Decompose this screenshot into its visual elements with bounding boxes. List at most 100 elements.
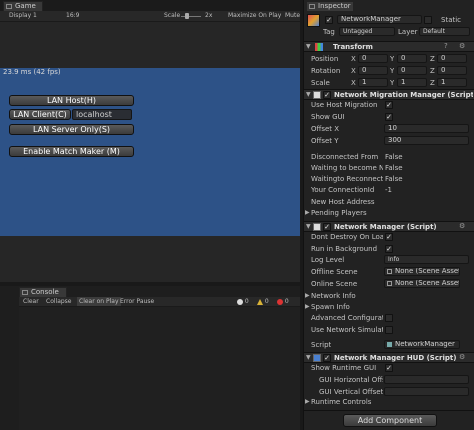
- use-host-migration-checkbox[interactable]: ✓: [385, 101, 393, 109]
- divider: [304, 410, 474, 411]
- lan-client-button[interactable]: LAN Client(C): [9, 109, 71, 120]
- disconnected-value: False: [385, 153, 403, 161]
- console-error-filter[interactable]: 0: [277, 297, 289, 306]
- connection-id-label: Your ConnectionId: [311, 186, 375, 194]
- run-background-label: Run in Background: [311, 245, 378, 253]
- position-y-field[interactable]: 0: [397, 54, 427, 63]
- offset-x-label: Offset X: [311, 125, 340, 133]
- runtime-controls-arrow-icon[interactable]: ▶: [305, 398, 310, 405]
- spawn-info-foldout[interactable]: Spawn Info: [311, 303, 350, 311]
- lan-server-button[interactable]: LAN Server Only(S): [9, 124, 134, 135]
- scale-z-field[interactable]: 1: [437, 78, 467, 87]
- position-x-field[interactable]: 0: [358, 54, 388, 63]
- rotation-y-label: Y: [390, 67, 395, 75]
- advanced-config-checkbox[interactable]: [385, 314, 393, 322]
- console-warning-filter[interactable]: 0: [257, 297, 269, 306]
- scale-slider[interactable]: [181, 16, 201, 17]
- console-log-area[interactable]: [19, 307, 300, 430]
- console-error-pause-button[interactable]: Error Pause: [120, 297, 154, 306]
- show-gui-checkbox[interactable]: ✓: [385, 113, 393, 121]
- scale-x-field[interactable]: 1: [358, 78, 388, 87]
- scale-value: 2x: [205, 12, 213, 19]
- show-runtime-gui-checkbox[interactable]: ✓: [385, 364, 393, 372]
- active-checkbox[interactable]: ✓: [325, 16, 333, 24]
- warning-icon: [257, 298, 263, 305]
- console-toolbar: Clear Collapse Clear on Play Error Pause…: [19, 297, 300, 307]
- tab-inspector-label: Inspector: [318, 2, 351, 10]
- lan-host-button[interactable]: LAN Host(H): [9, 95, 134, 106]
- migration-manager-header[interactable]: ▼ ✓ Network Migration Manager (Script): [304, 89, 474, 100]
- offset-x-field[interactable]: 10: [384, 124, 469, 133]
- scale-y-label: Y: [390, 79, 395, 87]
- console-clear-button[interactable]: Clear: [23, 297, 39, 306]
- pending-players-foldout[interactable]: Pending Players: [311, 209, 367, 217]
- tab-game[interactable]: Game: [3, 1, 43, 11]
- network-manager-title: Network Manager (Script): [334, 223, 437, 231]
- add-component-button[interactable]: Add Component: [343, 414, 437, 427]
- pending-players-arrow-icon[interactable]: ▶: [305, 209, 310, 216]
- script-field[interactable]: NetworkManager: [384, 340, 460, 349]
- fold-arrow-icon: ▼: [306, 91, 311, 98]
- settings-gear-icon[interactable]: ⚙: [459, 222, 465, 230]
- online-scene-field[interactable]: None (Scene Asset): [384, 279, 460, 288]
- help-icon[interactable]: ?: [444, 42, 448, 50]
- network-manager-header[interactable]: ▼ ✓ Network Manager (Script) ⚙: [304, 221, 474, 232]
- settings-gear-icon[interactable]: ⚙: [459, 42, 465, 50]
- tag-dropdown[interactable]: Untagged: [339, 27, 395, 36]
- scale-label: Scale: [164, 12, 181, 19]
- position-z-field[interactable]: 0: [437, 54, 467, 63]
- enable-match-maker-button[interactable]: Enable Match Maker (M): [9, 146, 134, 157]
- static-checkbox[interactable]: [424, 16, 432, 24]
- gui-horizontal-offset-field[interactable]: 0: [384, 375, 469, 384]
- rotation-z-field[interactable]: 0: [437, 66, 467, 75]
- aspect-select[interactable]: 16:9: [66, 11, 79, 21]
- runtime-controls-foldout[interactable]: Runtime Controls: [311, 398, 371, 406]
- settings-gear-icon[interactable]: ⚙: [459, 353, 465, 361]
- waiting-reconnect-label: Waitingto Reconnect t: [311, 175, 383, 183]
- rotation-y-field[interactable]: 0: [397, 66, 427, 75]
- network-manager-hud-header[interactable]: ▼ ✓ Network Manager HUD (Script) ⚙: [304, 352, 474, 363]
- network-info-foldout[interactable]: Network Info: [311, 292, 356, 300]
- log-level-dropdown[interactable]: Info: [384, 255, 469, 264]
- use-network-simulator-checkbox[interactable]: [385, 326, 393, 334]
- lan-client-address-input[interactable]: localhost: [72, 109, 132, 120]
- tab-inspector[interactable]: Inspector: [306, 1, 354, 11]
- console-log-filter[interactable]: 0: [237, 297, 249, 306]
- console-clear-on-play-button[interactable]: Clear on Play: [77, 297, 121, 306]
- offset-y-field[interactable]: 300: [384, 136, 469, 145]
- game-viewport[interactable]: 23.9 ms (42 fps) LAN Host(H) LAN Client(…: [0, 68, 300, 236]
- transform-header[interactable]: ▼ Transform ? ⚙: [304, 41, 474, 52]
- layer-dropdown[interactable]: Default: [419, 27, 470, 36]
- game-icon: [6, 4, 12, 9]
- object-name-input[interactable]: NetworkManager: [337, 15, 422, 24]
- hud-enabled-checkbox[interactable]: ✓: [323, 354, 331, 362]
- tab-console[interactable]: Console: [19, 287, 67, 297]
- gui-horizontal-offset-label: GUI Horizontal Offs: [319, 376, 383, 384]
- migration-enabled-checkbox[interactable]: ✓: [323, 91, 331, 99]
- network-manager-hud-title: Network Manager HUD (Script): [334, 354, 457, 362]
- network-info-arrow-icon[interactable]: ▶: [305, 292, 310, 299]
- script-label: Script: [311, 341, 332, 349]
- dont-destroy-checkbox[interactable]: ✓: [385, 233, 393, 241]
- maximize-on-play-toggle[interactable]: Maximize On Play: [228, 11, 281, 21]
- scale-slider-thumb[interactable]: [185, 13, 189, 19]
- waiting-reconnect-value: False: [385, 175, 403, 183]
- gui-vertical-offset-field[interactable]: 0: [384, 387, 469, 396]
- run-background-checkbox[interactable]: ✓: [385, 245, 393, 253]
- offline-scene-field[interactable]: None (Scene Asset): [384, 267, 460, 276]
- transform-title: Transform: [333, 43, 373, 51]
- console-collapse-button[interactable]: Collapse: [46, 297, 72, 306]
- script-value: NetworkManager: [395, 340, 455, 348]
- mute-audio-toggle[interactable]: Mute: [285, 11, 300, 21]
- advanced-config-label: Advanced Configurati: [311, 314, 383, 322]
- network-manager-enabled-checkbox[interactable]: ✓: [323, 223, 331, 231]
- rotation-x-field[interactable]: 0: [358, 66, 388, 75]
- transform-icon: [315, 43, 323, 51]
- tag-label: Tag: [323, 28, 335, 36]
- online-scene-label: Online Scene: [311, 280, 358, 288]
- spawn-info-arrow-icon[interactable]: ▶: [305, 303, 310, 310]
- scale-x-label: X: [351, 79, 356, 87]
- scale-y-field[interactable]: 1: [397, 78, 427, 87]
- display-select[interactable]: Display 1: [9, 11, 37, 21]
- fold-arrow-icon: ▼: [306, 43, 311, 50]
